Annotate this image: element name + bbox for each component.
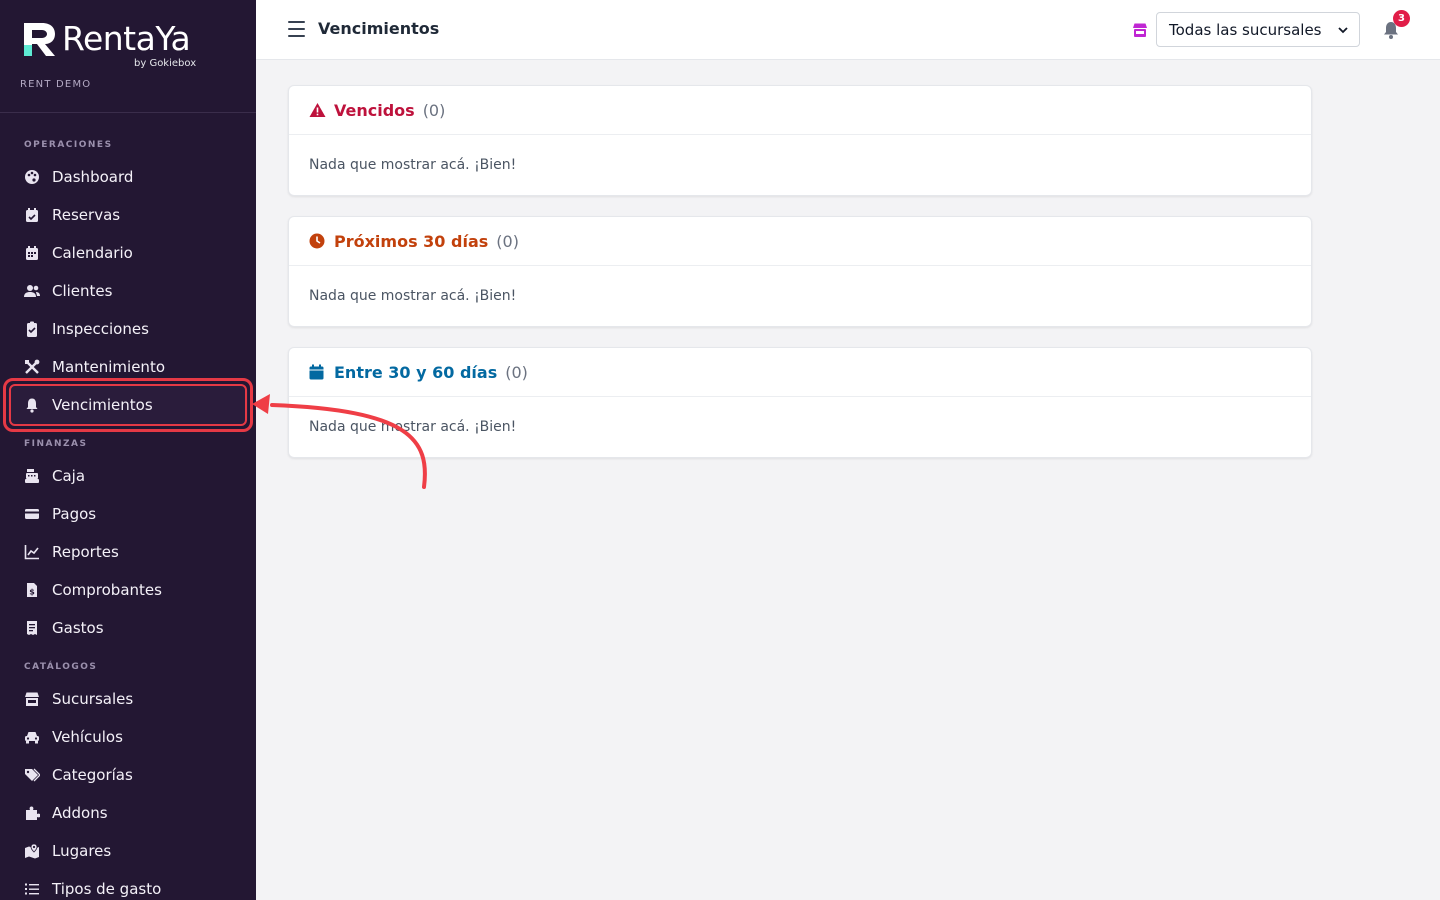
card-count: (0) xyxy=(496,231,519,251)
sidebar-item-tipos-de-gasto[interactable]: Tipos de gasto xyxy=(8,870,248,900)
sidebar-item-dashboard[interactable]: Dashboard xyxy=(8,158,248,196)
sidebar: RentaYa by Gokiebox RENT DEMO OPERACIONE… xyxy=(0,0,256,900)
sidebar-item-label: Sucursales xyxy=(52,690,134,708)
logo[interactable]: RentaYa xyxy=(20,18,236,60)
sidebar-item-label: Caja xyxy=(52,467,86,485)
sidebar-item-pagos[interactable]: Pagos xyxy=(8,495,248,533)
brand: RentaYa by Gokiebox RENT DEMO xyxy=(0,0,256,113)
card-title: Vencidos xyxy=(334,100,415,120)
tags-icon xyxy=(24,767,40,783)
sidebar-item-label: Inspecciones xyxy=(52,320,149,338)
sidebar-item-label: Reservas xyxy=(52,206,121,224)
sidebar-item-addons[interactable]: Addons xyxy=(8,794,248,832)
sidebar-item-clientes[interactable]: Clientes xyxy=(8,272,248,310)
sidebar-item-inspecciones[interactable]: Inspecciones xyxy=(8,310,248,348)
sidebar-item-label: Tipos de gasto xyxy=(52,880,162,898)
sidebar-item-gastos[interactable]: Gastos xyxy=(8,609,248,647)
calendar-icon xyxy=(24,245,40,261)
brand-sub: by Gokiebox xyxy=(134,58,197,69)
users-icon xyxy=(24,283,40,299)
cash-register-icon xyxy=(24,468,40,484)
list-icon xyxy=(24,881,40,897)
sidebar-item-label: Vehículos xyxy=(52,728,123,746)
highlight-annotation-inner xyxy=(9,384,247,426)
sidebar-item-sucursales[interactable]: Sucursales xyxy=(8,680,248,718)
section-catalogos: CATÁLOGOS xyxy=(24,662,98,672)
brand-name: RentaYa xyxy=(62,19,191,58)
sidebar-item-label: Calendario xyxy=(52,244,133,262)
sidebar-item-label: Reportes xyxy=(52,543,119,561)
notification-badge: 3 xyxy=(1393,10,1410,27)
sidebar-item-label: Clientes xyxy=(52,282,113,300)
tenant-name: RENT DEMO xyxy=(20,79,92,90)
sidebar-item-label: Lugares xyxy=(52,842,112,860)
rentaya-logo-icon xyxy=(24,23,55,56)
clock-icon xyxy=(309,233,326,250)
tools-icon xyxy=(24,359,40,375)
sidebar-item-label: Addons xyxy=(52,804,108,822)
sidebar-item-label: Categorías xyxy=(52,766,133,784)
store-icon xyxy=(24,691,40,707)
clipboard-check-icon xyxy=(24,321,40,337)
empty-message: Nada que mostrar acá. ¡Bien! xyxy=(309,288,517,304)
card-entre-30-60: Entre 30 y 60 días (0) Nada que mostrar … xyxy=(288,347,1312,458)
calendar-check-icon xyxy=(24,207,40,223)
sidebar-item-reservas[interactable]: Reservas xyxy=(8,196,248,234)
sidebar-item-vehiculos[interactable]: Vehículos xyxy=(8,718,248,756)
receipt-icon xyxy=(24,620,40,636)
card-header: Entre 30 y 60 días (0) xyxy=(289,348,1311,397)
sidebar-item-label: Comprobantes xyxy=(52,581,162,599)
page-title: Vencimientos xyxy=(318,19,440,38)
invoice-icon: $ xyxy=(24,582,40,598)
section-finanzas: FINANZAS xyxy=(24,439,88,449)
sidebar-item-lugares[interactable]: Lugares xyxy=(8,832,248,870)
empty-message: Nada que mostrar acá. ¡Bien! xyxy=(309,419,517,435)
calendar-icon xyxy=(309,364,326,381)
sidebar-item-caja[interactable]: Caja xyxy=(8,457,248,495)
warning-icon xyxy=(309,102,326,119)
svg-text:$: $ xyxy=(29,588,35,597)
card-proximos-30: Próximos 30 días (0) Nada que mostrar ac… xyxy=(288,216,1312,327)
card-title: Entre 30 y 60 días xyxy=(334,362,498,382)
sidebar-item-calendario[interactable]: Calendario xyxy=(8,234,248,272)
branch-select[interactable]: Todas las sucursales xyxy=(1156,12,1360,47)
empty-message: Nada que mostrar acá. ¡Bien! xyxy=(309,157,517,173)
sidebar-item-comprobantes[interactable]: $ Comprobantes xyxy=(8,571,248,609)
card-header: Próximos 30 días (0) xyxy=(289,217,1311,266)
car-icon xyxy=(24,729,40,745)
sidebar-item-label: Mantenimiento xyxy=(52,358,165,376)
card-vencidos: Vencidos (0) Nada que mostrar acá. ¡Bien… xyxy=(288,85,1312,196)
sidebar-item-label: Gastos xyxy=(52,619,104,637)
menu-toggle-icon[interactable] xyxy=(288,21,305,37)
card-count: (0) xyxy=(505,362,528,382)
section-operaciones: OPERACIONES xyxy=(24,140,113,150)
map-location-icon xyxy=(24,843,40,859)
sidebar-item-label: Pagos xyxy=(52,505,97,523)
chart-line-icon xyxy=(24,544,40,560)
puzzle-icon xyxy=(24,805,40,821)
sidebar-item-reportes[interactable]: Reportes xyxy=(8,533,248,571)
credit-card-icon xyxy=(24,506,40,522)
topbar: Vencimientos Todas las sucursales 3 xyxy=(256,0,1440,60)
store-icon xyxy=(1133,23,1147,37)
card-title: Próximos 30 días xyxy=(334,231,489,251)
chevron-down-icon xyxy=(1338,27,1348,34)
branch-select-value: Todas las sucursales xyxy=(1169,20,1322,39)
card-header: Vencidos (0) xyxy=(289,86,1311,135)
sidebar-item-label: Dashboard xyxy=(52,168,134,186)
card-count: (0) xyxy=(422,100,446,120)
palette-icon xyxy=(24,169,40,185)
sidebar-item-categorias[interactable]: Categorías xyxy=(8,756,248,794)
